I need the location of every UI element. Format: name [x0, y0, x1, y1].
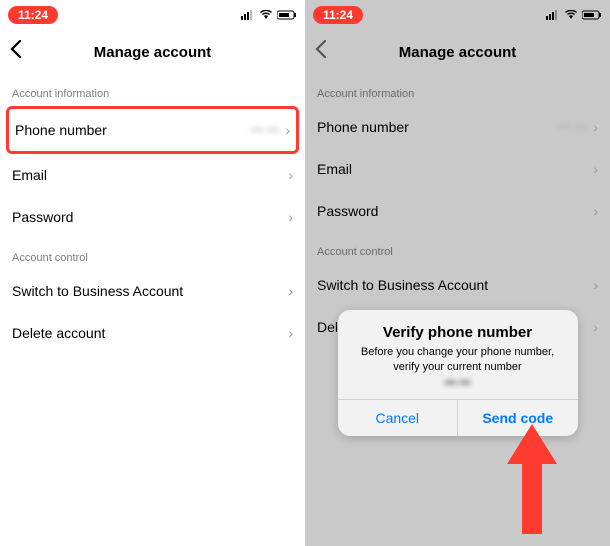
- verify-alert: Verify phone number Before you change yo…: [338, 310, 578, 436]
- section-header-info: Account information: [0, 74, 305, 106]
- chevron-right-icon: ›: [593, 319, 598, 335]
- row-phone-value: ••• •••: [559, 120, 588, 134]
- chevron-right-icon: ›: [593, 161, 598, 177]
- chevron-right-icon: ›: [593, 203, 598, 219]
- chevron-right-icon: ›: [593, 277, 598, 293]
- row-delete-label: Delete account: [12, 325, 288, 341]
- status-bar: 11:24: [305, 0, 610, 30]
- chevron-right-icon: ›: [288, 167, 293, 183]
- chevron-right-icon: ›: [288, 325, 293, 341]
- status-time: 11:24: [313, 6, 363, 24]
- row-delete-account[interactable]: Delete account ›: [0, 312, 305, 354]
- chevron-right-icon: ›: [285, 122, 290, 138]
- row-password[interactable]: Password ›: [305, 190, 610, 232]
- nav-bar: Manage account: [0, 30, 305, 74]
- row-email[interactable]: Email ›: [0, 154, 305, 196]
- highlight-annotation: Phone number ••• ••• ›: [6, 106, 299, 154]
- chevron-right-icon: ›: [288, 283, 293, 299]
- row-phone[interactable]: Phone number ••• ••• ›: [305, 106, 610, 148]
- nav-bar: Manage account: [305, 30, 610, 74]
- page-title: Manage account: [305, 44, 610, 61]
- section-header-control: Account control: [305, 232, 610, 264]
- chevron-right-icon: ›: [288, 209, 293, 225]
- row-phone-value: ••• •••: [251, 123, 280, 137]
- chevron-right-icon: ›: [593, 119, 598, 135]
- section-header-control: Account control: [0, 238, 305, 270]
- row-switch-label: Switch to Business Account: [317, 277, 593, 293]
- alert-message: Before you change your phone number, ver…: [352, 345, 564, 375]
- row-email[interactable]: Email ›: [305, 148, 610, 190]
- row-switch-business[interactable]: Switch to Business Account ›: [305, 264, 610, 306]
- row-switch-business[interactable]: Switch to Business Account ›: [0, 270, 305, 312]
- row-password-label: Password: [12, 209, 288, 225]
- row-password-label: Password: [317, 203, 593, 219]
- row-email-label: Email: [317, 161, 593, 177]
- row-switch-label: Switch to Business Account: [12, 283, 288, 299]
- cancel-button[interactable]: Cancel: [338, 400, 458, 436]
- section-header-info: Account information: [305, 74, 610, 106]
- status-icons: [241, 10, 297, 20]
- row-phone-label: Phone number: [317, 119, 559, 135]
- status-icons: [546, 10, 602, 20]
- arrow-annotation: [502, 424, 562, 534]
- row-password[interactable]: Password ›: [0, 196, 305, 238]
- back-icon[interactable]: [10, 40, 22, 64]
- alert-title: Verify phone number: [352, 324, 564, 341]
- row-email-label: Email: [12, 167, 288, 183]
- back-icon[interactable]: [315, 40, 327, 64]
- status-time: 11:24: [8, 6, 58, 24]
- alert-masked-number: ••• •••: [352, 377, 564, 389]
- row-phone-label: Phone number: [15, 122, 251, 138]
- status-bar: 11:24: [0, 0, 305, 30]
- page-title: Manage account: [0, 44, 305, 61]
- row-phone[interactable]: Phone number ••• ••• ›: [9, 109, 296, 151]
